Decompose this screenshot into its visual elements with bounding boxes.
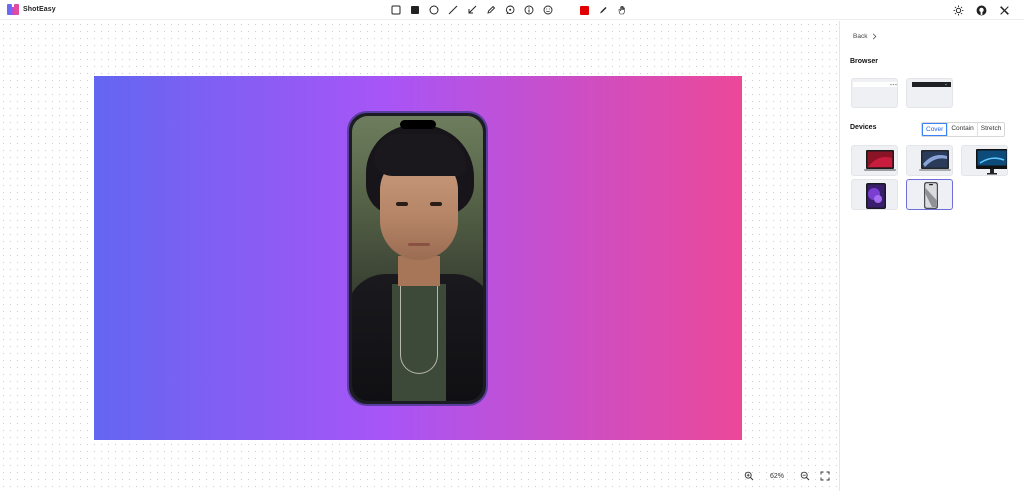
macbook-air-frame[interactable]	[906, 145, 953, 176]
imac-icon	[976, 149, 1007, 175]
fit-stretch-option[interactable]: Stretch	[976, 123, 1005, 136]
browser-dark-icon	[912, 82, 951, 87]
macbook-pro-frame[interactable]	[851, 145, 898, 176]
brand[interactable]: ShotEasy	[7, 3, 56, 15]
macbook-air-icon	[919, 150, 951, 171]
speech-bubble-icon[interactable]	[503, 3, 517, 17]
emoji-icon[interactable]	[541, 3, 555, 17]
macbook-pro-icon	[864, 150, 896, 171]
fit-contain-option[interactable]: Contain	[947, 123, 977, 136]
zoom-in-icon[interactable]	[742, 469, 756, 483]
settings-panel: Back Browser Devices Cover Contain Stret…	[839, 21, 1024, 491]
fullscreen-icon[interactable]	[818, 469, 832, 483]
browser-dark-frame[interactable]	[906, 78, 953, 108]
github-icon[interactable]	[974, 3, 988, 17]
hand-icon[interactable]	[615, 3, 629, 17]
ipad-frame[interactable]	[851, 179, 898, 210]
pencil-icon[interactable]	[484, 3, 498, 17]
app-name: ShotEasy	[23, 5, 56, 13]
screenshot-image	[352, 116, 483, 401]
imac-frame[interactable]	[961, 145, 1008, 176]
browser-light-icon	[853, 82, 897, 87]
fit-cover-option[interactable]: Cover	[922, 123, 948, 136]
browser-light-frame[interactable]	[851, 78, 898, 108]
gradient-background[interactable]	[94, 76, 742, 440]
back-label: Back	[853, 33, 868, 40]
dynamic-island	[399, 120, 436, 129]
brush-icon[interactable]	[596, 3, 610, 17]
arrow-icon[interactable]	[465, 3, 479, 17]
iphone-frame[interactable]	[906, 179, 953, 210]
browser-section-title: Browser	[850, 58, 879, 65]
iphone-mockup[interactable]	[347, 111, 488, 406]
drawing-tools	[389, 3, 629, 17]
circle-icon[interactable]	[427, 3, 441, 17]
rectangle-outline-icon[interactable]	[389, 3, 403, 17]
zoom-controls: 62%	[742, 467, 832, 485]
editor-canvas[interactable]: 62%	[0, 21, 838, 491]
logo-icon	[7, 3, 19, 15]
header-actions	[951, 3, 1011, 17]
back-button[interactable]: Back	[853, 33, 878, 40]
top-toolbar: ShotEasy	[0, 0, 1024, 20]
ipad-icon	[866, 183, 886, 209]
info-icon[interactable]	[522, 3, 536, 17]
rectangle-filled-icon[interactable]	[408, 3, 422, 17]
color-swatch	[579, 5, 589, 15]
color-picker[interactable]	[577, 3, 591, 17]
sun-icon[interactable]	[951, 3, 965, 17]
devices-section-title: Devices	[850, 124, 877, 131]
line-icon[interactable]	[446, 3, 460, 17]
chevron-right-icon	[873, 33, 877, 40]
zoom-level: 62%	[769, 472, 784, 480]
fit-mode-selector: Cover Contain Stretch	[921, 122, 1006, 137]
x-twitter-icon[interactable]	[997, 3, 1011, 17]
zoom-out-icon[interactable]	[798, 469, 812, 483]
iphone-icon	[924, 182, 938, 209]
